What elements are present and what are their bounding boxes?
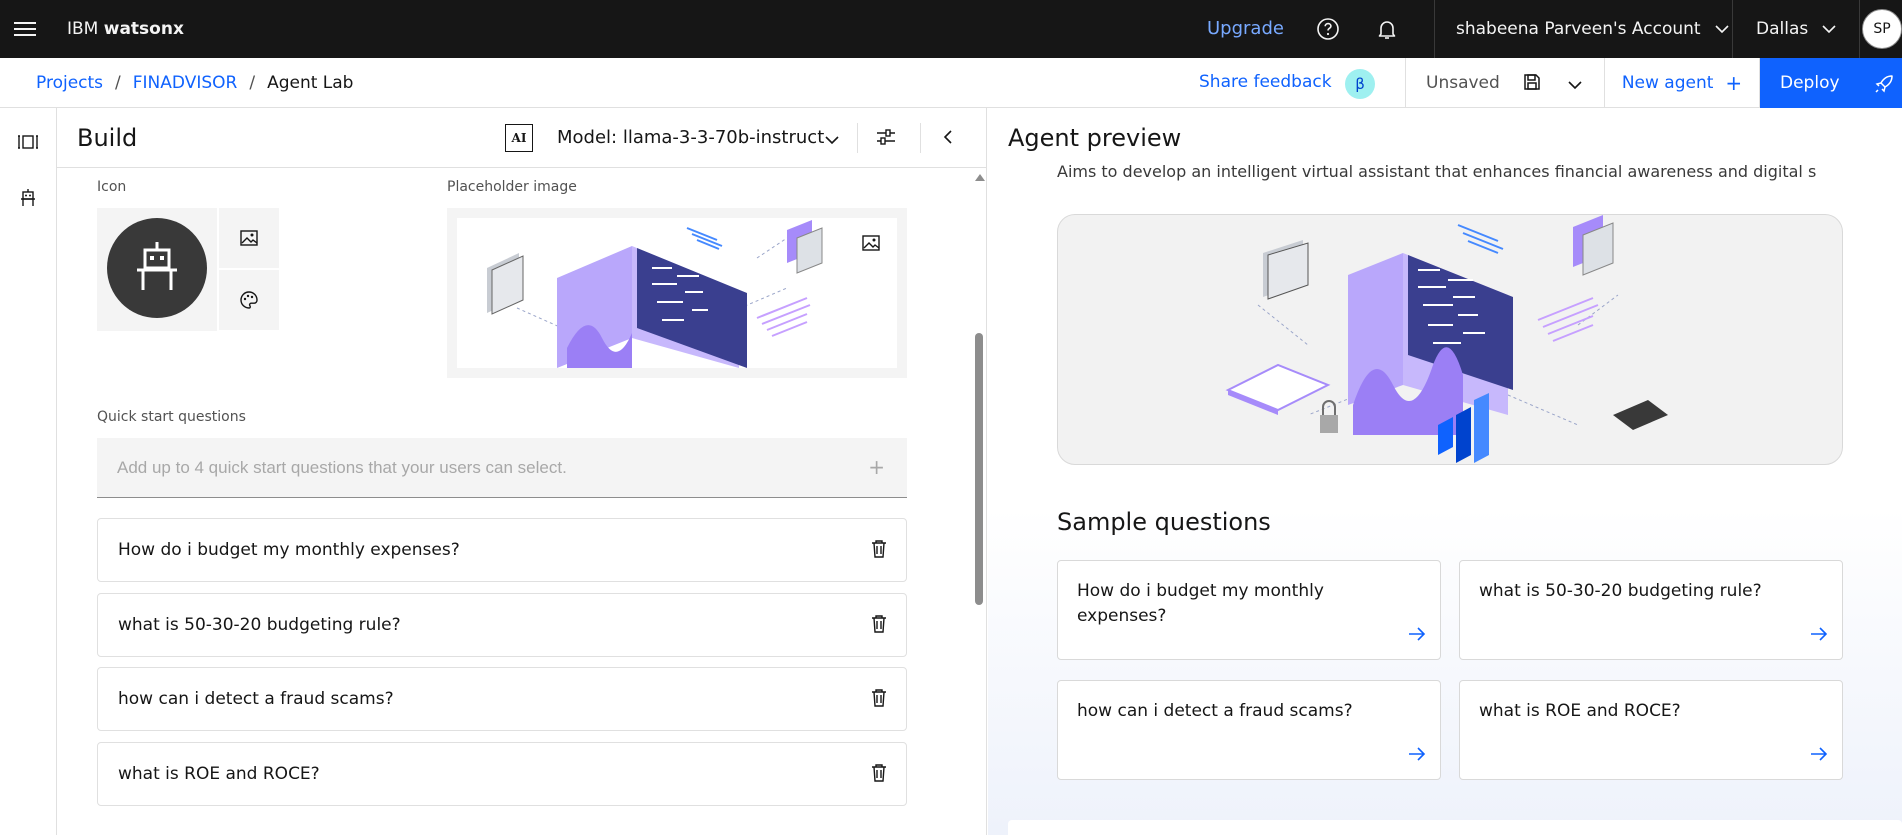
sample-questions-title: Sample questions xyxy=(1057,508,1271,536)
new-agent-button[interactable]: New agent + xyxy=(1605,58,1760,108)
chevron-down-icon xyxy=(1822,19,1836,39)
sample-question-card[interactable]: How do i budget my monthly expenses? xyxy=(1057,560,1441,660)
question-text: what is ROE and ROCE? xyxy=(118,764,320,784)
color-palette-button[interactable] xyxy=(219,270,279,330)
hamburger-menu-icon[interactable] xyxy=(0,0,50,58)
quick-start-label: Quick start questions xyxy=(97,409,246,425)
agent-illustration xyxy=(1057,214,1843,465)
region-label: Dallas xyxy=(1756,19,1809,39)
breadcrumb: Projects / FINADVISOR / Agent Lab xyxy=(36,58,353,108)
upgrade-link[interactable]: Upgrade xyxy=(1207,0,1284,58)
user-avatar[interactable]: SP xyxy=(1862,9,1902,49)
agent-icon[interactable] xyxy=(14,184,42,212)
product-brand[interactable]: IBM watsonx xyxy=(67,0,184,58)
deploy-button[interactable]: Deploy xyxy=(1760,58,1902,108)
save-control: Unsaved xyxy=(1405,58,1605,108)
panel-icon[interactable] xyxy=(14,128,42,156)
brand-name: watsonx xyxy=(103,19,184,39)
share-feedback-link[interactable]: Share feedback xyxy=(1199,58,1332,108)
sample-question-text: how can i detect a fraud scams? xyxy=(1077,701,1353,721)
trash-icon[interactable] xyxy=(870,763,888,787)
trash-icon[interactable] xyxy=(870,614,888,638)
upload-placeholder-image-button[interactable] xyxy=(846,218,896,268)
help-icon[interactable] xyxy=(1299,0,1357,58)
arrow-right-icon xyxy=(1408,626,1426,645)
rocket-icon xyxy=(1875,75,1893,93)
scroll-up-arrow-icon[interactable] xyxy=(975,174,985,181)
beta-badge: β xyxy=(1345,69,1375,99)
account-switcher[interactable]: shabeena Parveen's Account xyxy=(1434,0,1733,58)
palette-icon xyxy=(240,291,258,309)
icon-label: Icon xyxy=(97,179,127,195)
add-question-plus-icon[interactable]: + xyxy=(868,455,885,479)
sample-question-text: How do i budget my monthly expenses? xyxy=(1077,581,1324,626)
placeholder-image-box xyxy=(447,208,907,378)
ai-badge: AI xyxy=(505,124,533,152)
breadcrumb-separator: / xyxy=(249,73,256,93)
new-agent-label: New agent xyxy=(1621,73,1714,93)
breadcrumb-projects[interactable]: Projects xyxy=(36,73,103,93)
placeholder-image-label: Placeholder image xyxy=(447,179,577,195)
quick-start-question-item[interactable]: how can i detect a fraud scams? xyxy=(97,667,907,731)
robot-icon xyxy=(107,218,207,318)
arrow-right-icon xyxy=(1408,746,1426,765)
build-scrollbar[interactable] xyxy=(972,168,986,835)
notification-bell-icon[interactable] xyxy=(1358,0,1416,58)
preview-title: Agent preview xyxy=(1008,124,1182,152)
quick-start-question-item[interactable]: How do i budget my monthly expenses? xyxy=(97,518,907,582)
sample-question-card[interactable]: how can i detect a fraud scams? xyxy=(1057,680,1441,780)
chat-input-area xyxy=(1008,820,1902,835)
quick-start-question-field: + xyxy=(97,438,907,498)
sample-question-text: what is ROE and ROCE? xyxy=(1479,701,1681,721)
divider xyxy=(920,123,921,153)
sample-question-card[interactable]: what is 50-30-20 budgeting rule? xyxy=(1459,560,1843,660)
save-status: Unsaved xyxy=(1426,73,1500,93)
model-selector[interactable]: Model: llama-3-3-70b-instruct xyxy=(557,108,824,168)
upload-image-button[interactable] xyxy=(219,208,279,268)
agent-icon-preview xyxy=(97,208,217,331)
trash-icon[interactable] xyxy=(870,539,888,563)
breadcrumb-current: Agent Lab xyxy=(267,73,354,93)
brand-prefix: IBM xyxy=(67,19,99,39)
top-navigation-bar: IBM watsonx Upgrade shabeena Parveen's A… xyxy=(0,0,1902,58)
breadcrumb-separator: / xyxy=(115,73,121,93)
page-header: Projects / FINADVISOR / Agent Lab Share … xyxy=(0,58,1902,108)
build-panel-header: Build AI Model: llama-3-3-70b-instruct xyxy=(57,108,986,168)
divider xyxy=(857,123,858,153)
chevron-left-icon[interactable] xyxy=(941,126,955,152)
scrollbar-thumb[interactable] xyxy=(975,333,983,605)
plus-icon: + xyxy=(1725,71,1743,95)
sample-question-card[interactable]: what is ROE and ROCE? xyxy=(1459,680,1843,780)
account-label: shabeena Parveen's Account xyxy=(1456,19,1701,39)
question-text: How do i budget my monthly expenses? xyxy=(118,540,460,560)
chevron-down-icon[interactable] xyxy=(1568,75,1582,94)
region-switcher[interactable]: Dallas xyxy=(1735,0,1860,58)
question-text: how can i detect a fraud scams? xyxy=(118,689,394,709)
breadcrumb-project[interactable]: FINADVISOR xyxy=(133,73,238,93)
settings-sliders-icon[interactable] xyxy=(875,126,897,152)
agent-description: Aims to develop an intelligent virtual a… xyxy=(1057,162,1817,181)
build-panel: Build AI Model: llama-3-3-70b-instruct I… xyxy=(57,108,987,835)
agent-preview-panel: Agent preview Aims to develop an intelli… xyxy=(988,108,1902,835)
question-text: what is 50-30-20 budgeting rule? xyxy=(118,615,401,635)
build-title: Build xyxy=(77,124,138,152)
sample-question-text: what is 50-30-20 budgeting rule? xyxy=(1479,581,1762,601)
quick-start-question-input[interactable] xyxy=(117,438,857,498)
save-icon[interactable] xyxy=(1523,73,1541,95)
image-icon xyxy=(862,235,880,251)
chevron-down-icon xyxy=(1715,19,1729,39)
trash-icon[interactable] xyxy=(870,688,888,712)
deploy-label: Deploy xyxy=(1780,73,1840,93)
image-icon xyxy=(240,230,258,246)
quick-start-question-item[interactable]: what is ROE and ROCE? xyxy=(97,742,907,806)
arrow-right-icon xyxy=(1810,626,1828,645)
placeholder-illustration xyxy=(457,218,897,368)
left-rail xyxy=(0,108,57,835)
quick-start-question-item[interactable]: what is 50-30-20 budgeting rule? xyxy=(97,593,907,657)
arrow-right-icon xyxy=(1810,746,1828,765)
